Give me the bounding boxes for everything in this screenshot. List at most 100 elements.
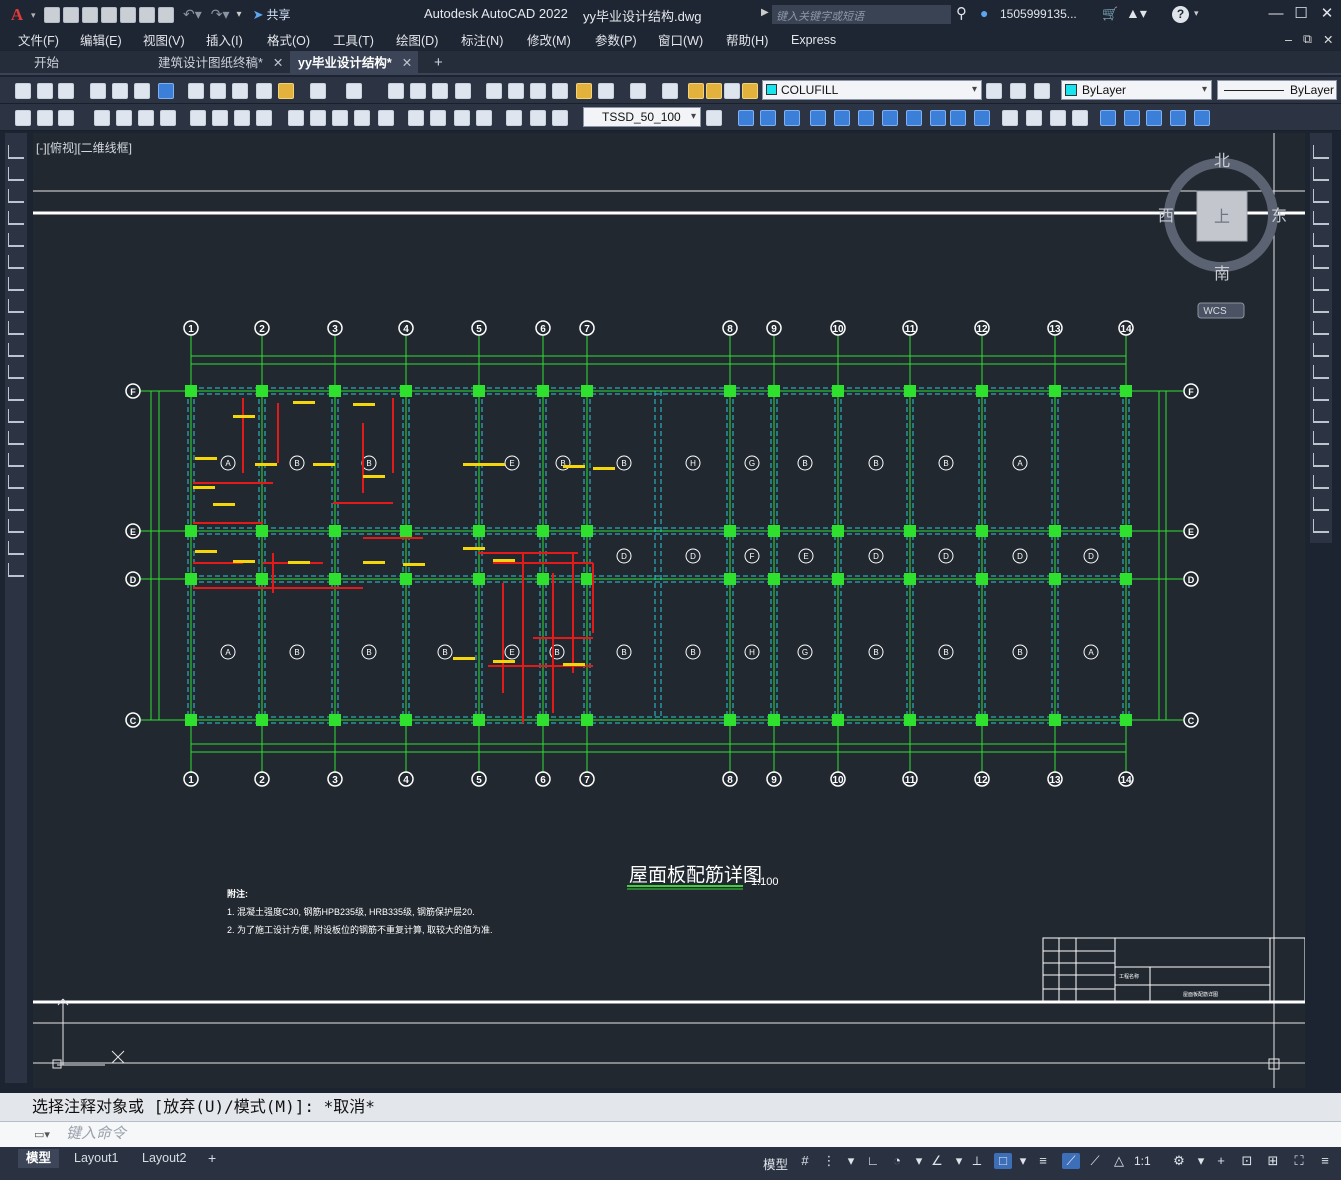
fillet-icon[interactable] bbox=[1313, 475, 1329, 489]
trim-icon[interactable] bbox=[1313, 343, 1329, 357]
settings-dropdown-icon[interactable]: ▾ bbox=[1192, 1153, 1210, 1169]
add-selected-icon[interactable] bbox=[8, 563, 24, 577]
radius-icon[interactable] bbox=[190, 110, 206, 126]
doc-close-button[interactable]: ✕ bbox=[1323, 32, 1333, 47]
text-style-icon[interactable] bbox=[37, 110, 53, 126]
tab-layout2[interactable]: Layout2 bbox=[134, 1149, 194, 1168]
expand-arrow-icon[interactable]: ▶ bbox=[761, 7, 769, 18]
cut-icon[interactable] bbox=[188, 83, 204, 99]
gradient-icon[interactable] bbox=[8, 475, 24, 489]
plot-preview-icon[interactable] bbox=[112, 83, 128, 99]
save-icon[interactable] bbox=[58, 83, 74, 99]
menu-modify[interactable]: 修改(M) bbox=[527, 30, 571, 49]
dim-override-icon[interactable] bbox=[706, 110, 722, 126]
scale-icon[interactable] bbox=[1313, 299, 1329, 313]
share-button[interactable]: 共享 bbox=[266, 6, 290, 23]
menu-draw[interactable]: 绘图(D) bbox=[396, 30, 438, 49]
tssd-3-icon[interactable] bbox=[784, 110, 800, 126]
tssd-19-icon[interactable] bbox=[1170, 110, 1186, 126]
hatch-icon[interactable] bbox=[8, 453, 24, 467]
annotation-scale-icon[interactable]: △ bbox=[1110, 1153, 1128, 1169]
new-file-icon[interactable] bbox=[44, 6, 60, 23]
auto-scale-icon[interactable]: ⟋ bbox=[1086, 1153, 1104, 1169]
layer-manager-icon[interactable] bbox=[662, 83, 678, 99]
multiline-text-icon[interactable] bbox=[8, 541, 24, 555]
tssd-14-icon[interactable] bbox=[1050, 110, 1066, 126]
design-center-icon[interactable] bbox=[508, 83, 524, 99]
help-dropdown-icon[interactable]: ▾ bbox=[1194, 8, 1199, 19]
command-prompt-icon[interactable]: ▭▾ bbox=[34, 1128, 50, 1141]
mirror-icon[interactable] bbox=[1313, 189, 1329, 203]
quick-dim-icon[interactable] bbox=[288, 110, 304, 126]
share-icon[interactable]: ➤ bbox=[253, 7, 264, 23]
annotation-scale[interactable]: 1:1 bbox=[1134, 1154, 1151, 1168]
fullscreen-icon[interactable]: ⛶ bbox=[1290, 1153, 1308, 1169]
new-icon[interactable] bbox=[15, 83, 31, 99]
help-icon[interactable]: ? bbox=[1172, 6, 1189, 23]
arc-length-icon[interactable] bbox=[138, 110, 154, 126]
open-icon[interactable] bbox=[37, 83, 53, 99]
chamfer-icon[interactable] bbox=[1313, 453, 1329, 467]
osnap-settings-icon[interactable]: ▾ bbox=[1014, 1153, 1032, 1169]
close-button[interactable]: ✕ bbox=[1316, 4, 1338, 24]
menu-window[interactable]: 窗口(W) bbox=[658, 30, 703, 49]
viewcube-north[interactable]: 北 bbox=[1214, 152, 1230, 170]
tssd-11-icon[interactable] bbox=[974, 110, 990, 126]
customize-icon[interactable]: ≡ bbox=[1316, 1153, 1334, 1169]
arc-icon[interactable] bbox=[8, 255, 24, 269]
web-mobile-icon[interactable] bbox=[120, 6, 136, 23]
tab-add-button[interactable]: + bbox=[426, 51, 448, 75]
save-as-icon[interactable] bbox=[101, 6, 117, 23]
settings-icon[interactable]: ⚙ bbox=[1170, 1153, 1188, 1169]
spline-icon[interactable] bbox=[8, 321, 24, 335]
tssd-12-icon[interactable] bbox=[1002, 110, 1018, 126]
undo-icon[interactable] bbox=[310, 83, 326, 99]
plot-icon[interactable] bbox=[90, 83, 106, 99]
insert-block-icon[interactable] bbox=[8, 387, 24, 401]
add-icon[interactable]: + bbox=[1212, 1153, 1230, 1169]
search-icon[interactable]: ⚲ bbox=[956, 4, 967, 22]
dim-space-icon[interactable] bbox=[354, 110, 370, 126]
publish-icon[interactable] bbox=[134, 83, 150, 99]
menu-express[interactable]: Express bbox=[791, 33, 836, 47]
copy-icon[interactable] bbox=[1313, 167, 1329, 181]
zoom-previous-icon[interactable] bbox=[455, 83, 471, 99]
menu-view[interactable]: 视图(V) bbox=[143, 30, 185, 49]
tssd-2-icon[interactable] bbox=[760, 110, 776, 126]
layer-states-icon[interactable] bbox=[1034, 83, 1050, 99]
print-icon[interactable] bbox=[158, 6, 174, 23]
polar-icon[interactable]: ◔ bbox=[888, 1153, 906, 1169]
continue-icon[interactable] bbox=[332, 110, 348, 126]
rectangle-icon[interactable] bbox=[8, 233, 24, 247]
tssd-18-icon[interactable] bbox=[1146, 110, 1162, 126]
layer-previous-icon[interactable] bbox=[1010, 83, 1026, 99]
linetype-dropdown[interactable]: ByLayer bbox=[1217, 80, 1337, 100]
cart-icon[interactable]: 🛒 bbox=[1102, 6, 1118, 22]
dropdown-icon[interactable]: ▾ bbox=[31, 10, 41, 20]
extend-icon[interactable] bbox=[1313, 365, 1329, 379]
redo-icon[interactable] bbox=[346, 83, 362, 99]
menu-dimension[interactable]: 标注(N) bbox=[461, 30, 503, 49]
menu-file[interactable]: 文件(F) bbox=[18, 30, 59, 49]
osnap-dropdown-icon[interactable]: ▾ bbox=[950, 1153, 968, 1169]
aligned-dim-icon[interactable] bbox=[116, 110, 132, 126]
snap-dropdown-icon[interactable]: ▾ bbox=[842, 1153, 860, 1169]
autocad-logo[interactable]: A bbox=[6, 5, 28, 25]
customize-icon[interactable]: ▾ bbox=[237, 9, 242, 20]
hardware-icon[interactable]: ⊞ bbox=[1264, 1153, 1282, 1169]
center-mark-icon[interactable] bbox=[430, 110, 446, 126]
layer-plot-icon[interactable] bbox=[742, 83, 758, 99]
infer-icon[interactable]: ∟ bbox=[864, 1153, 882, 1169]
baseline-icon[interactable] bbox=[310, 110, 326, 126]
grid-icon[interactable]: # bbox=[796, 1153, 814, 1169]
viewcube-south[interactable]: 南 bbox=[1214, 265, 1230, 283]
point-icon[interactable] bbox=[8, 431, 24, 445]
menu-insert[interactable]: 插入(I) bbox=[206, 30, 243, 49]
tssd-20-icon[interactable] bbox=[1194, 110, 1210, 126]
viewcube-top[interactable]: 上 bbox=[1214, 208, 1230, 226]
tssd-10-icon[interactable] bbox=[950, 110, 966, 126]
snap-icon[interactable]: ⋮ bbox=[820, 1153, 838, 1169]
isodraft-icon[interactable]: ⟂ bbox=[968, 1153, 986, 1169]
tab-close-icon[interactable]: ✕ bbox=[273, 56, 283, 70]
revision-cloud-icon[interactable] bbox=[8, 299, 24, 313]
